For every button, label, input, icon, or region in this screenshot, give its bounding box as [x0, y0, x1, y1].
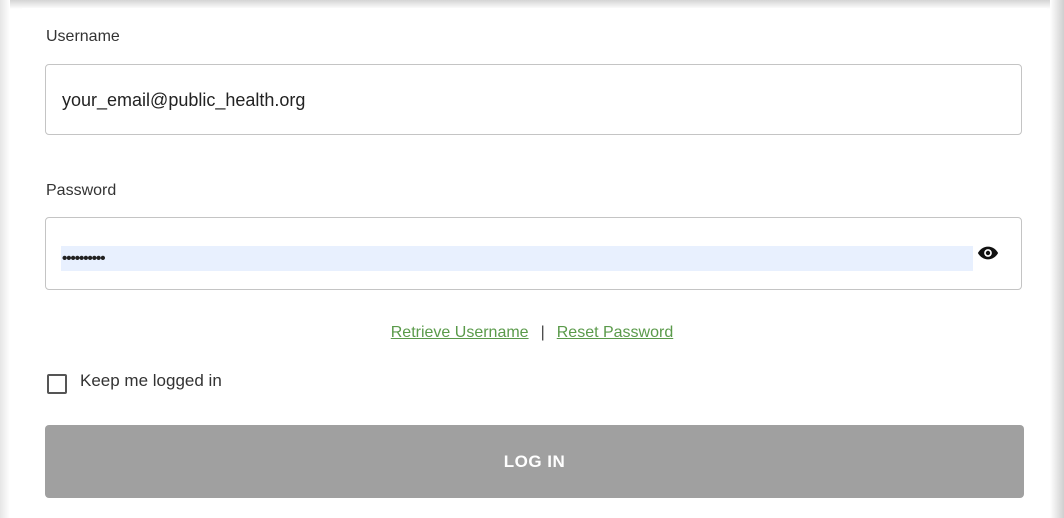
login-panel: Username your_email@public_health.org Pa…	[0, 0, 1064, 518]
link-separator: |	[540, 324, 545, 341]
eye-icon[interactable]	[977, 245, 999, 261]
panel-shadow-right	[1050, 0, 1064, 518]
username-input[interactable]: your_email@public_health.org	[45, 64, 1022, 135]
password-value: ••••••••••	[62, 250, 106, 267]
login-button[interactable]: LOG IN	[45, 425, 1024, 498]
panel-shadow-left	[0, 0, 10, 518]
keep-logged-in-label[interactable]: Keep me logged in	[80, 371, 222, 391]
password-label: Password	[46, 182, 117, 199]
retrieve-username-link[interactable]: Retrieve Username	[391, 324, 529, 341]
password-autofill-highlight	[61, 246, 973, 271]
username-value: your_email@public_health.org	[62, 90, 306, 110]
username-label: Username	[46, 28, 120, 45]
password-input[interactable]: ••••••••••	[45, 217, 1022, 290]
keep-logged-in-checkbox[interactable]	[47, 374, 67, 394]
reset-password-link[interactable]: Reset Password	[557, 324, 674, 341]
account-help-links: Retrieve Username | Reset Password	[0, 321, 1064, 345]
